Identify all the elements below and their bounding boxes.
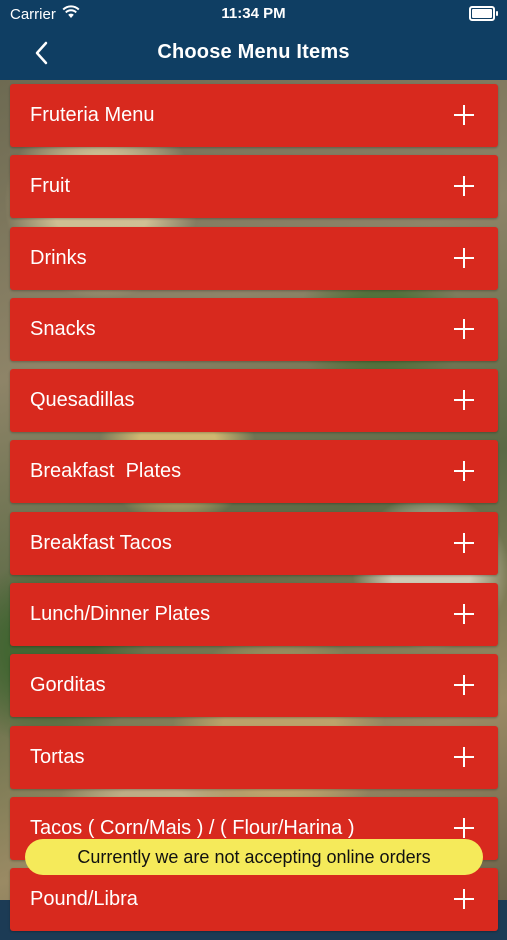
plus-icon[interactable] <box>454 675 474 696</box>
plus-icon[interactable] <box>454 318 474 339</box>
battery-icon <box>469 6 498 21</box>
menu-item-label: Breakfast Plates <box>30 460 182 483</box>
plus-icon[interactable] <box>454 817 474 838</box>
top-bar: Carrier 11:34 PM Choose Menu Items <box>0 0 507 80</box>
menu-item-label: Breakfast Tacos <box>30 531 172 554</box>
plus-icon[interactable] <box>454 604 474 625</box>
menu-item-label: Fruteria Menu <box>30 104 155 126</box>
status-time: 11:34 PM <box>221 5 286 22</box>
plus-icon[interactable] <box>454 105 474 125</box>
menu-item-snacks[interactable]: Snacks <box>10 297 498 361</box>
menu-item-label: Tortas <box>30 745 85 768</box>
status-bar: Carrier 11:34 PM <box>0 0 507 28</box>
plus-icon[interactable] <box>454 532 474 553</box>
plus-icon[interactable] <box>454 176 474 197</box>
menu-item-label: Snacks <box>30 317 96 340</box>
menu-item-gorditas[interactable]: Gorditas <box>10 654 498 718</box>
menu-item-label: Fruit <box>30 175 70 198</box>
menu-item-label: Quesadillas <box>30 389 135 412</box>
plus-icon[interactable] <box>454 461 474 482</box>
menu-item-quesadillas[interactable]: Quesadillas <box>10 369 498 433</box>
status-right <box>469 6 498 21</box>
menu-item-label: Drinks <box>30 246 87 269</box>
menu-item-lunch-dinner-plates[interactable]: Lunch/Dinner Plates <box>10 583 498 647</box>
menu-item-breakfast-tacos[interactable]: Breakfast Tacos <box>10 511 498 575</box>
menu-list: Fruteria Menu Fruit Drinks Snacks Quesad… <box>10 84 498 940</box>
plus-icon[interactable] <box>454 247 474 268</box>
nav-bar: Choose Menu Items <box>0 30 507 76</box>
menu-item-fruteria-menu[interactable]: Fruteria Menu <box>10 84 498 147</box>
menu-item-fruit[interactable]: Fruit <box>10 155 498 219</box>
online-orders-toast: Currently we are not accepting online or… <box>25 839 483 875</box>
plus-icon[interactable] <box>454 390 474 411</box>
menu-item-label: Lunch/Dinner Plates <box>30 603 211 626</box>
menu-item-drinks[interactable]: Drinks <box>10 226 498 290</box>
plus-icon[interactable] <box>454 746 474 767</box>
menu-item-tortas[interactable]: Tortas <box>10 725 498 789</box>
page-title: Choose Menu Items <box>157 41 350 63</box>
plus-icon[interactable] <box>454 889 474 910</box>
menu-item-label: Gorditas <box>30 674 106 697</box>
menu-item-breakfast-plates[interactable]: Breakfast Plates <box>10 440 498 504</box>
